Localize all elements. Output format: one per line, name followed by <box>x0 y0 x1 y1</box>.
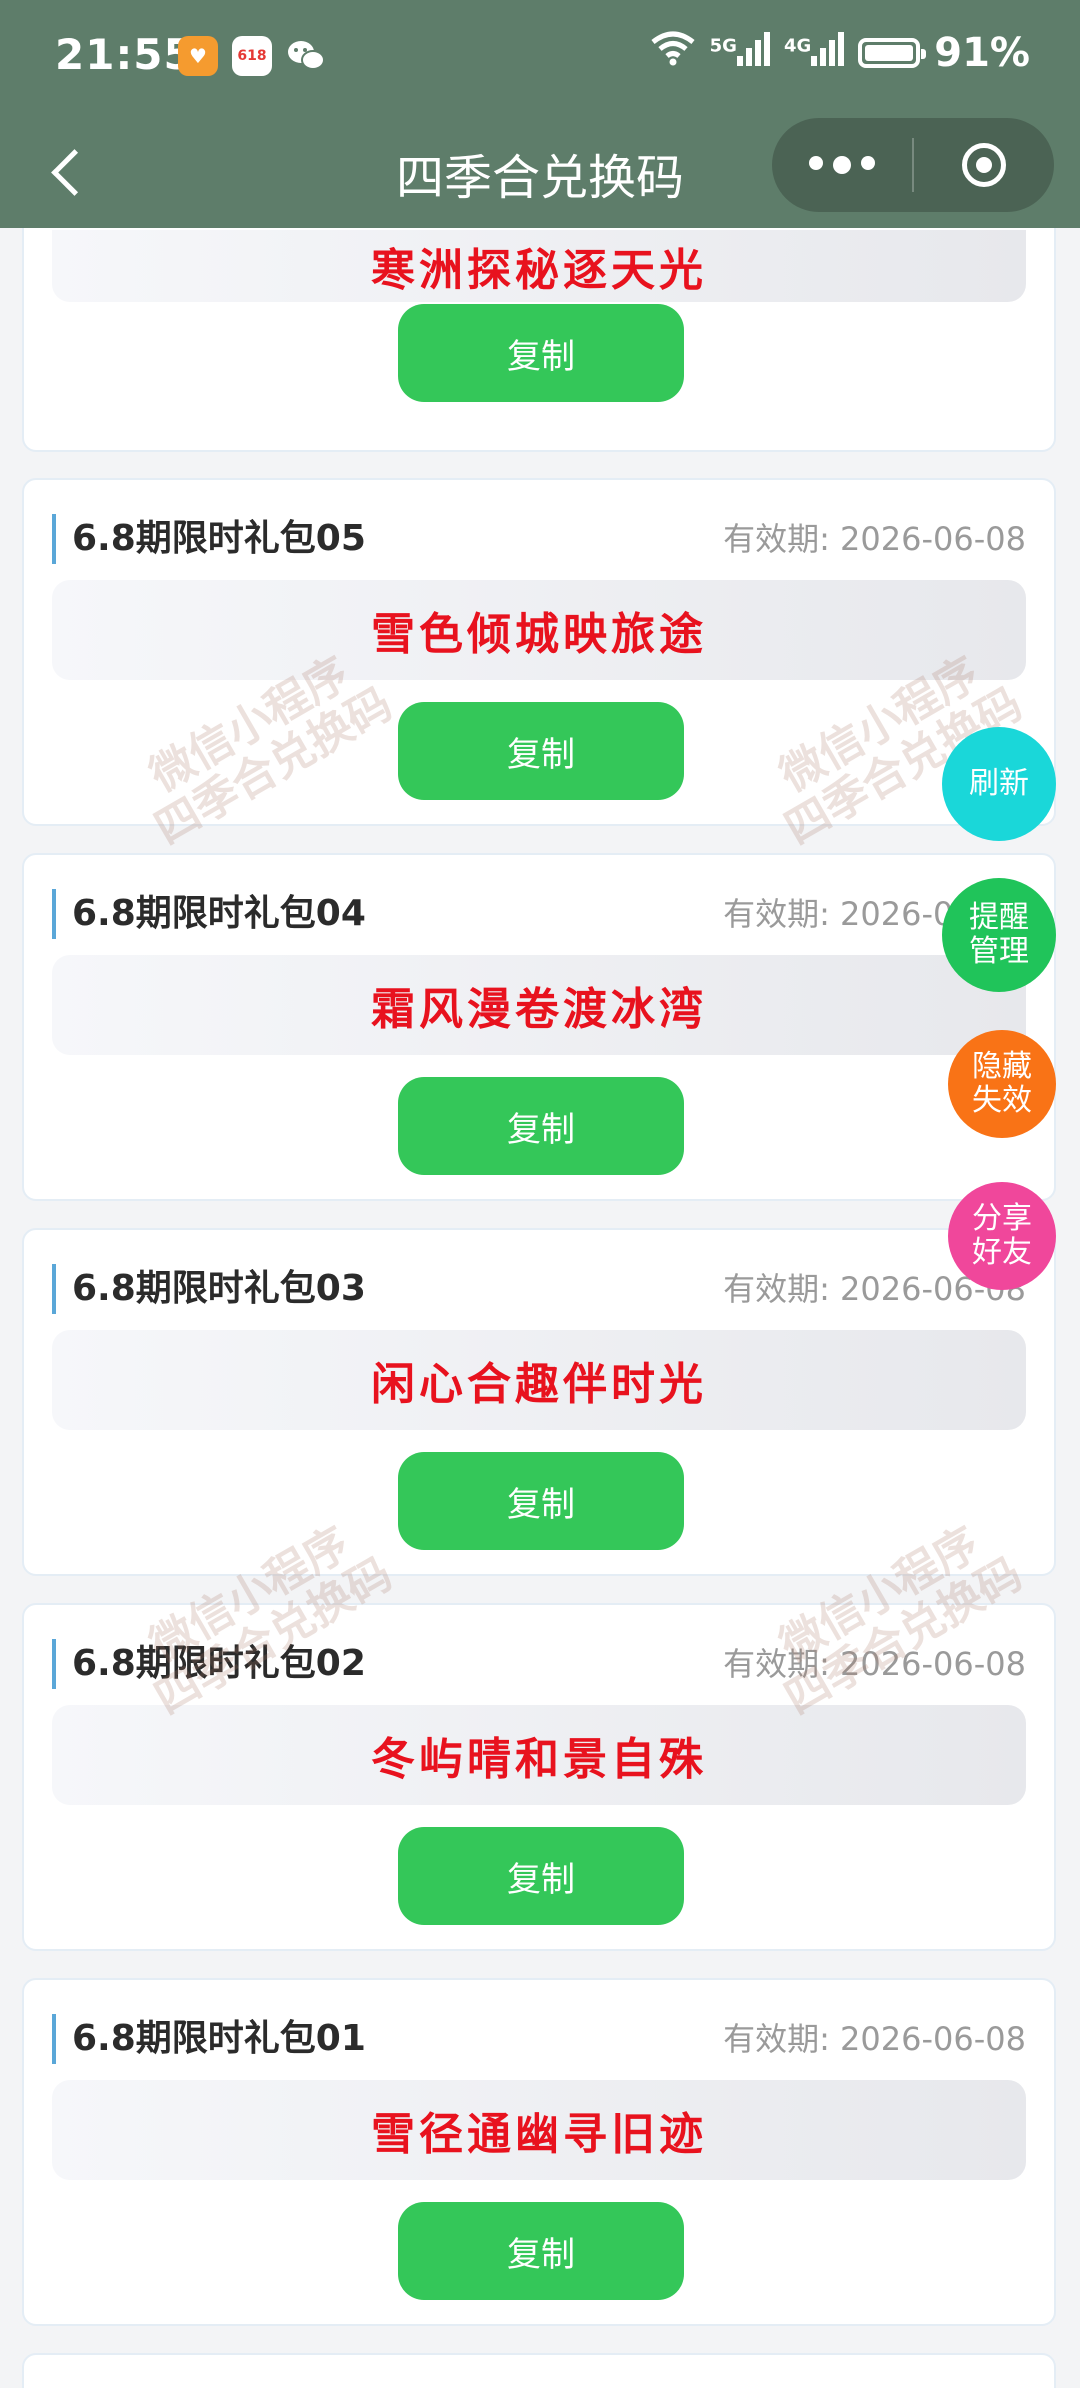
more-dots-icon <box>809 156 823 170</box>
share-label-2: 好友 <box>972 1235 1032 1270</box>
copy-button[interactable]: 复制 <box>398 702 684 800</box>
card-header: 6.8期限时礼包02 有效期: 2026-06-08 <box>52 1639 1026 1689</box>
wifi-icon <box>650 30 696 76</box>
card-header: 6.8期限时礼包05 有效期: 2026-06-08 <box>52 514 1026 564</box>
hide-label-1: 隐藏 <box>972 1048 1032 1084</box>
card-header: 6.8期限时礼包03 有效期: 2026-06-08 <box>52 1264 1026 1314</box>
signal-5g-icon: 5G <box>710 30 770 76</box>
close-mini-program-button[interactable] <box>914 143 1054 187</box>
nav-bar: 四季合兑换码 <box>0 118 1080 228</box>
target-circle-icon <box>962 143 1006 187</box>
redeem-code[interactable]: 闲心合趣伴时光 <box>52 1330 1026 1430</box>
redeem-code[interactable]: 寒洲探秘逐天光 <box>52 230 1026 302</box>
expiry-date: 有效期: 2026-06-08 <box>723 520 1026 558</box>
remind-label-2: 管理 <box>969 934 1029 969</box>
card-title: 6.8期限时礼包02 <box>52 1639 366 1689</box>
signal-4g-label: 4G <box>783 35 812 57</box>
code-card: 6.8期限时礼包01 有效期: 2026-06-08 雪径通幽寻旧迹 复制 <box>22 1978 1056 2326</box>
card-title: 6.8期限时礼包04 <box>52 889 366 939</box>
card-header: 6.8期限时礼包01 有效期: 2026-06-08 <box>52 2014 1026 2064</box>
code-card: 6.8期限时礼包04 有效期: 2026-06-08 霜风漫卷渡冰湾 复制 <box>22 853 1056 1201</box>
code-card <box>22 2353 1056 2388</box>
signal-5g-label: 5G <box>709 35 737 57</box>
copy-button[interactable]: 复制 <box>398 2202 684 2300</box>
redeem-code[interactable]: 冬屿晴和景自殊 <box>52 1705 1026 1805</box>
redeem-code[interactable]: 雪径通幽寻旧迹 <box>52 2080 1026 2180</box>
refresh-button[interactable]: 刷新 <box>942 727 1056 841</box>
code-card: 寒洲探秘逐天光 复制 <box>22 228 1056 452</box>
card-header: 6.8期限时礼包04 有效期: 2026-06-08 <box>52 889 1026 939</box>
expiry-date: 有效期: 2026-06-08 <box>723 2020 1026 2058</box>
remind-label-1: 提醒 <box>969 899 1029 935</box>
wechat-icon <box>286 36 326 76</box>
copy-button[interactable]: 复制 <box>398 1827 684 1925</box>
redeem-code[interactable]: 雪色倾城映旅途 <box>52 580 1026 680</box>
code-card: 6.8期限时礼包02 有效期: 2026-06-08 冬屿晴和景自殊 复制 <box>22 1603 1056 1951</box>
copy-button[interactable]: 复制 <box>398 1077 684 1175</box>
mini-program-capsule <box>772 118 1054 212</box>
redeem-code[interactable]: 霜风漫卷渡冰湾 <box>52 955 1026 1055</box>
status-bar: 21:55 ♥ 618 5G 4G 91% <box>0 0 1080 118</box>
share-friends-button[interactable]: 分享 好友 <box>948 1182 1056 1290</box>
battery-percent: 91% <box>934 30 1030 76</box>
notification-icons: ♥ 618 <box>178 36 326 76</box>
card-title: 6.8期限时礼包01 <box>52 2014 366 2064</box>
battery-icon <box>858 38 927 68</box>
copy-button[interactable]: 复制 <box>398 304 684 402</box>
copy-button[interactable]: 复制 <box>398 1452 684 1550</box>
code-list[interactable]: 微信小程序 四季合兑换码 微信小程序 四季合兑换码 微信小程序 四季合兑换码 微信小程… <box>0 228 1080 2388</box>
signal-4g-icon: 4G <box>783 30 845 76</box>
expiry-date: 有效期: 2026-06-08 <box>723 1645 1026 1683</box>
remind-manage-button[interactable]: 提醒 管理 <box>942 878 1056 992</box>
card-title: 6.8期限时礼包03 <box>52 1264 366 1314</box>
share-label-1: 分享 <box>972 1200 1032 1236</box>
code-card: 6.8期限时礼包03 有效期: 2026-06-08 闲心合趣伴时光 复制 <box>22 1228 1056 1576</box>
status-indicators: 5G 4G 91% <box>650 30 1030 76</box>
card-title: 6.8期限时礼包05 <box>52 514 366 564</box>
status-time: 21:55 <box>55 30 194 79</box>
hide-label-2: 失效 <box>972 1083 1032 1118</box>
heart-app-icon: ♥ <box>178 36 218 76</box>
shopping-618-icon: 618 <box>232 36 272 76</box>
hide-expired-button[interactable]: 隐藏 失效 <box>948 1030 1056 1138</box>
code-card: 6.8期限时礼包05 有效期: 2026-06-08 雪色倾城映旅途 复制 <box>22 478 1056 826</box>
more-options-button[interactable] <box>772 156 912 174</box>
